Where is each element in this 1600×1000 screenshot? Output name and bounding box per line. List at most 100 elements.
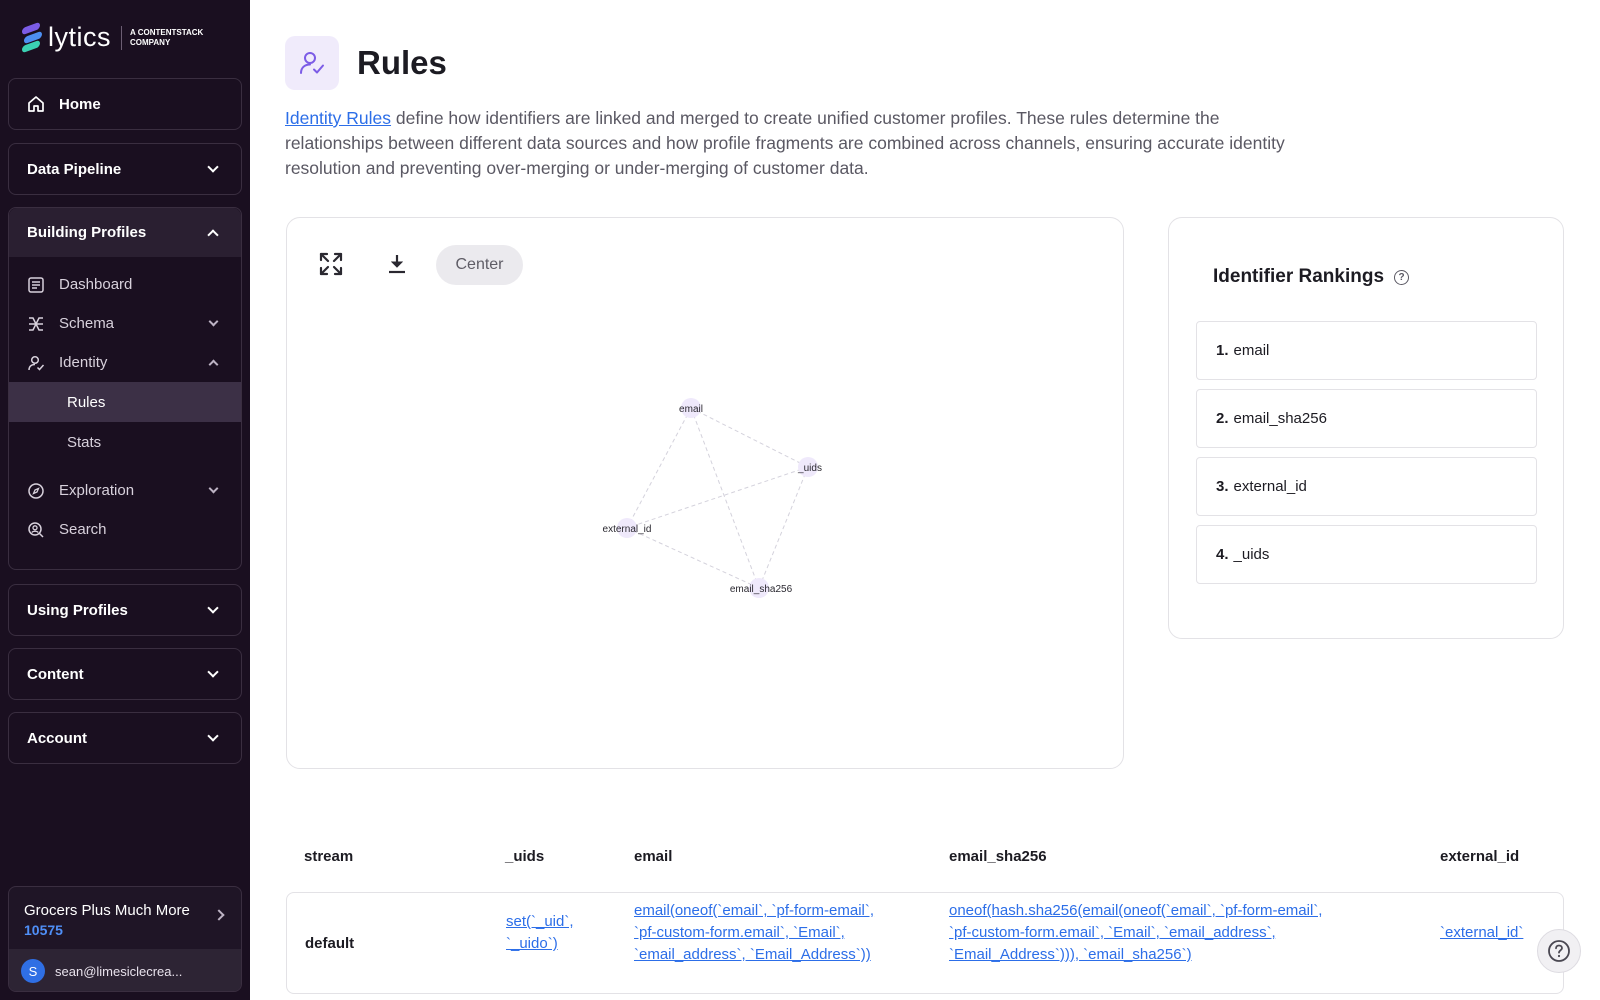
chevron-down-icon: [207, 602, 219, 614]
ranking-item: 2. email_sha256: [1196, 389, 1537, 448]
ranking-number: 3.: [1216, 478, 1229, 495]
graph-node-label: _uids: [797, 463, 822, 474]
cell-uids-link[interactable]: set(`_uid`, `_uido`): [506, 911, 574, 955]
cell-sha-line: oneof(hash.sha256(email(oneof(`email`, `…: [949, 902, 1323, 919]
help-icon: [1548, 940, 1570, 962]
brand-tagline: A CONTENTSTACK COMPANY: [130, 28, 203, 48]
nav-home[interactable]: Home: [8, 78, 242, 130]
nav-account[interactable]: Account: [8, 712, 242, 764]
graph-node-label: email_sha256: [730, 584, 793, 595]
nav-building-profiles-label: Building Profiles: [27, 224, 147, 241]
cell-external-id-link[interactable]: `external_id`: [1440, 922, 1523, 944]
cell-email-line: `pf-custom-form.email`, `Email`,: [634, 924, 845, 941]
logo-divider: [121, 25, 122, 50]
column-header-stream: stream: [304, 848, 354, 865]
nav-content-label: Content: [27, 665, 84, 683]
schema-icon: [27, 315, 45, 333]
graph-edge: [690, 407, 760, 589]
ranking-item: 1. email: [1196, 321, 1537, 380]
ranking-item: 4. _uids: [1196, 525, 1537, 584]
nav-building-profiles-header[interactable]: Building Profiles: [9, 208, 241, 257]
identity-rules-link[interactable]: Identity Rules: [285, 108, 391, 128]
help-button[interactable]: [1537, 929, 1581, 973]
sidebar: lytics A CONTENTSTACK COMPANY Home Data …: [0, 0, 250, 1000]
sidebar-item-dashboard-label: Dashboard: [59, 276, 133, 293]
chevron-up-icon: [207, 228, 219, 241]
cell-uids-line: set(`_uid`,: [506, 913, 574, 930]
identity-rules-icon: [285, 36, 339, 90]
sidebar-item-schema[interactable]: Schema: [9, 304, 241, 343]
lytics-logo-icon: [22, 21, 42, 53]
ranking-name: email: [1233, 342, 1270, 359]
sidebar-item-dashboard[interactable]: Dashboard: [9, 265, 241, 304]
nav-content[interactable]: Content: [8, 648, 242, 700]
nav-data-pipeline-label: Data Pipeline: [27, 160, 122, 178]
column-header-external-id: external_id: [1440, 848, 1520, 865]
account-switcher[interactable]: Grocers Plus Much More 10575 S sean@lime…: [8, 886, 242, 992]
graph-edge: [626, 527, 760, 589]
sidebar-item-stats[interactable]: Stats: [9, 422, 241, 462]
ranking-number: 1.: [1216, 342, 1229, 359]
nav-account-label: Account: [27, 729, 87, 747]
help-icon[interactable]: ?: [1394, 269, 1410, 285]
sidebar-item-schema-label: Schema: [59, 315, 115, 332]
brand-tagline-line2: COMPANY: [130, 37, 171, 47]
chevron-up-icon: [208, 359, 219, 370]
cell-sha-line: `pf-custom-form.email`, `Email`, `email_…: [949, 924, 1276, 941]
graph-node-label: external_id: [603, 524, 652, 535]
sidebar-item-rules[interactable]: Rules: [9, 382, 241, 422]
home-icon: [28, 96, 44, 112]
brand-logo[interactable]: lytics A CONTENTSTACK COMPANY: [22, 21, 203, 53]
cell-email-link[interactable]: email(oneof(`email`, `pf-form-email`, `p…: [634, 900, 874, 966]
identity-graph-panel: Center email _uids external_id email_sha256: [286, 217, 1124, 769]
graph-edge: [758, 466, 809, 589]
ranking-number: 2.: [1216, 410, 1229, 427]
sidebar-item-search[interactable]: Search: [9, 510, 241, 549]
cell-email-line: `email_address`, `Email_Address`)): [634, 946, 871, 963]
cell-email-line: email(oneof(`email`, `pf-form-email`,: [634, 902, 875, 919]
column-header-email-sha256: email_sha256: [949, 848, 1047, 865]
chevron-right-icon: [213, 909, 225, 921]
brand-name: lytics: [48, 22, 111, 52]
avatar: S: [21, 959, 45, 983]
column-header-email: email: [634, 848, 673, 865]
table-row: default set(`_uid`, `_uido`) email(oneof…: [286, 892, 1564, 994]
sidebar-item-exploration-label: Exploration: [59, 482, 135, 499]
page-description-text: define how identifiers are linked and me…: [285, 108, 1285, 178]
cell-stream: default: [305, 935, 355, 952]
identity-graph[interactable]: email _uids external_id email_sha256: [287, 218, 1123, 768]
chevron-down-icon: [207, 730, 219, 742]
sidebar-item-exploration[interactable]: Exploration: [9, 471, 241, 510]
sidebar-item-stats-label: Stats: [67, 433, 102, 451]
nav-using-profiles-label: Using Profiles: [27, 601, 128, 619]
ranking-number: 4.: [1216, 546, 1229, 563]
ranking-name: email_sha256: [1233, 410, 1327, 427]
chevron-down-icon: [208, 483, 219, 494]
column-header-uids: _uids: [505, 848, 545, 865]
page-description: Identity Rules define how identifiers ar…: [285, 106, 1285, 181]
sidebar-item-identity-label: Identity: [59, 354, 108, 371]
cell-email-sha256-link[interactable]: oneof(hash.sha256(email(oneof(`email`, `…: [949, 900, 1322, 966]
chevron-down-icon: [208, 316, 219, 327]
nav-using-profiles[interactable]: Using Profiles: [8, 584, 242, 636]
sidebar-item-search-label: Search: [59, 521, 107, 538]
user-menu[interactable]: S sean@limesiclecrea...: [9, 949, 241, 991]
user-email: sean@limesiclecrea...: [55, 963, 183, 979]
rankings-title: Identifier Rankings ?: [1213, 266, 1410, 288]
identity-icon: [27, 354, 45, 372]
account-id: 10575: [24, 922, 63, 938]
graph-node-label: email: [679, 404, 703, 415]
page-title: Rules: [357, 44, 447, 81]
search-profile-icon: [27, 521, 45, 539]
nav-data-pipeline[interactable]: Data Pipeline: [8, 143, 242, 195]
dashboard-icon: [27, 276, 45, 294]
nav-home-label: Home: [59, 95, 101, 113]
cell-uids-line: `_uido`): [506, 935, 558, 952]
cell-sha-line: `Email_Address`))), `email_sha256`): [949, 946, 1192, 963]
sidebar-item-rules-label: Rules: [67, 393, 106, 411]
brand-tagline-line1: A CONTENTSTACK: [130, 27, 204, 37]
ranking-name: external_id: [1233, 478, 1307, 495]
sidebar-item-identity[interactable]: Identity: [9, 343, 241, 382]
account-name: Grocers Plus Much More: [24, 902, 190, 919]
nav-building-profiles: Building Profiles Dashboard Schema Ident…: [8, 207, 242, 570]
